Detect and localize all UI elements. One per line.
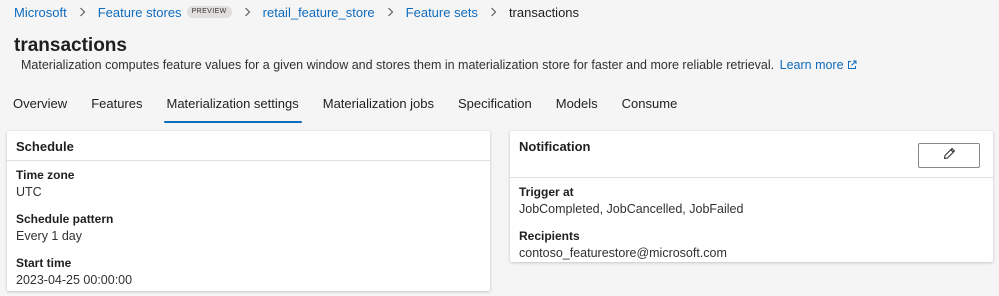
schedule-card-header: Schedule — [7, 131, 490, 161]
learn-more-link[interactable]: Learn more — [780, 58, 857, 72]
tab-overview[interactable]: Overview — [13, 92, 67, 122]
pencil-icon — [943, 147, 956, 165]
start-time-label: Start time — [16, 256, 72, 270]
schedule-title: Schedule — [16, 139, 74, 154]
schedule-pattern-field: Schedule pattern Every 1 day — [16, 212, 113, 245]
chevron-right-icon — [244, 7, 251, 17]
preview-badge: PREVIEW — [186, 6, 232, 18]
recipients-field: Recipients contoso_featurestore@microsof… — [519, 229, 727, 262]
chevron-right-icon — [490, 7, 497, 17]
chevron-right-icon — [79, 7, 86, 17]
schedule-pattern-value: Every 1 day — [16, 229, 83, 243]
open-in-new-icon — [847, 58, 857, 74]
tab-materialization-jobs[interactable]: Materialization jobs — [323, 92, 434, 122]
breadcrumb-microsoft[interactable]: Microsoft — [14, 5, 67, 20]
notification-title: Notification — [519, 139, 591, 154]
breadcrumb-feature-stores[interactable]: Feature stores — [98, 5, 182, 20]
tab-features[interactable]: Features — [91, 92, 142, 122]
tab-bar: Overview Features Materialization settin… — [13, 92, 701, 123]
recipients-value: contoso_featurestore@microsoft.com — [519, 246, 727, 260]
tab-consume[interactable]: Consume — [622, 92, 678, 122]
trigger-at-label: Trigger at — [519, 185, 574, 199]
tab-models[interactable]: Models — [556, 92, 598, 122]
trigger-at-value: JobCompleted, JobCancelled, JobFailed — [519, 202, 744, 216]
breadcrumb-retail-feature-store[interactable]: retail_feature_store — [263, 5, 375, 20]
breadcrumb: Microsoft Feature stores PREVIEW retail_… — [14, 2, 579, 22]
recipients-label: Recipients — [519, 229, 580, 243]
page-description: Materialization computes feature values … — [21, 57, 857, 74]
page-title: transactions — [14, 35, 127, 56]
schedule-pattern-label: Schedule pattern — [16, 212, 114, 226]
tab-materialization-settings[interactable]: Materialization settings — [163, 92, 302, 123]
notification-card: Notification Trigger at JobCompleted, Jo… — [510, 131, 993, 262]
description-text: Materialization computes feature values … — [21, 58, 775, 72]
start-time-field: Start time 2023-04-25 00:00:00 — [16, 256, 132, 289]
notification-card-header: Notification — [510, 131, 993, 178]
trigger-at-field: Trigger at JobCompleted, JobCancelled, J… — [519, 185, 743, 218]
time-zone-field: Time zone UTC — [16, 168, 74, 201]
tab-specification[interactable]: Specification — [458, 92, 532, 122]
schedule-card: Schedule Time zone UTC Schedule pattern … — [7, 131, 490, 291]
learn-more-label: Learn more — [779, 58, 844, 72]
edit-notification-button[interactable] — [918, 143, 980, 168]
time-zone-value: UTC — [16, 185, 42, 199]
chevron-right-icon — [387, 7, 394, 17]
time-zone-label: Time zone — [16, 168, 75, 182]
breadcrumb-current: transactions — [508, 4, 580, 20]
start-time-value: 2023-04-25 00:00:00 — [16, 273, 133, 287]
breadcrumb-feature-sets[interactable]: Feature sets — [406, 5, 478, 20]
